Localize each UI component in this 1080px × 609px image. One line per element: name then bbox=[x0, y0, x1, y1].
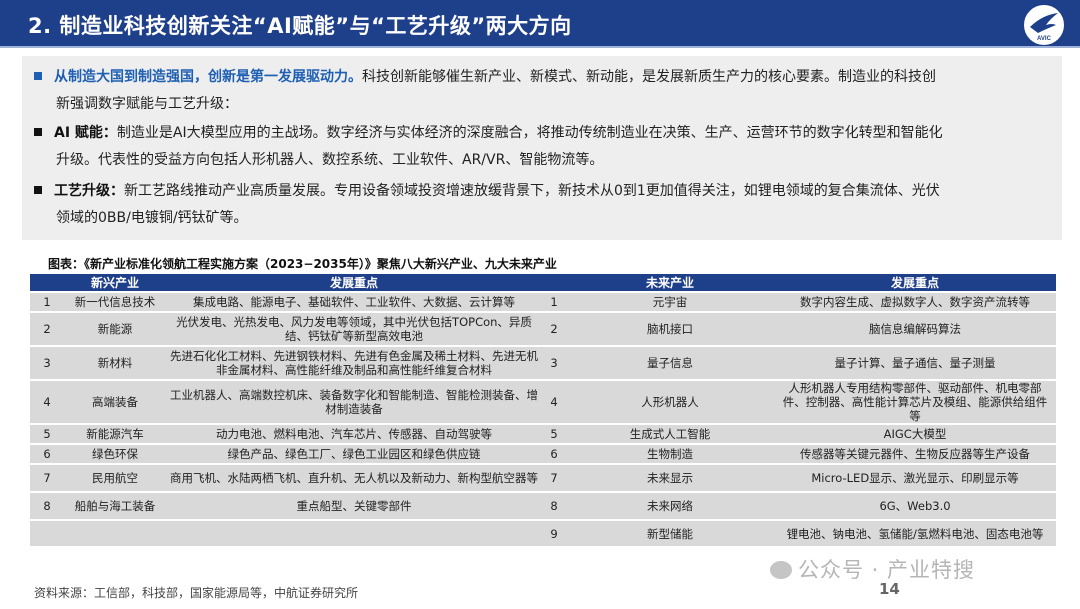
table-row: 6 绿色环保 绿色产品、绿色工厂、绿色工业园区和绿色供应链 6 生物制造 传感器… bbox=[30, 443, 1056, 464]
cell-future-focus: 脑信息编解码算法 bbox=[774, 311, 1056, 346]
cell-future-index: 9 bbox=[542, 519, 566, 546]
cell-emerging-industry: 新能源汽车 bbox=[64, 423, 166, 444]
cell-emerging-industry bbox=[64, 519, 166, 546]
intro-box: 从制造大国到制造强国，创新是第一发展驱动力。科技创新能够催生新产业、新模式、新动… bbox=[22, 56, 1062, 240]
header-emerging-industry: 新兴产业 bbox=[64, 274, 166, 292]
cell-future-index: 4 bbox=[542, 379, 566, 424]
header-future-index bbox=[542, 274, 566, 292]
square-bullet-icon bbox=[34, 186, 42, 194]
cell-future-industry: 未来显示 bbox=[566, 463, 774, 492]
logo-label: AVIC bbox=[1037, 36, 1051, 42]
table-row: 7 民用航空 商用飞机、水陆两栖飞机、直升机、无人机以及新动力、新构型航空器等 … bbox=[30, 463, 1056, 492]
intro-p1-body: 科技创新能够催生新产业、新模式、新动能，是发展新质生产力的核心要素。制造业的科技… bbox=[362, 69, 936, 85]
cell-future-index: 8 bbox=[542, 491, 566, 520]
table-caption: 图表：《新产业标准化领航工程实施方案（2023−2035年）》聚焦八大新兴产业、… bbox=[48, 257, 557, 271]
table-row: 5 新能源汽车 动力电池、燃料电池、汽车芯片、传感器、自动驾驶等 5 生成式人工… bbox=[30, 423, 1056, 444]
cell-emerging-focus: 工业机器人、高端数控机床、装备数字化和智能制造、智能检测装备、增材制造装备 bbox=[166, 379, 542, 424]
cell-index: 6 bbox=[30, 443, 64, 464]
table-row: 1 新一代信息技术 集成电路、能源电子、基础软件、工业软件、大数据、云计算等 1… bbox=[30, 291, 1056, 312]
cell-future-index: 3 bbox=[542, 345, 566, 380]
intro-p3-cont: 领域的0BB/电镀铜/钙钛矿等。 bbox=[56, 210, 248, 226]
intro-p1-lead: 从制造大国到制造强国，创新是第一发展驱动力。 bbox=[54, 69, 362, 85]
cell-index: 2 bbox=[30, 311, 64, 346]
cell-emerging-industry: 新材料 bbox=[64, 345, 166, 380]
cell-index: 3 bbox=[30, 345, 64, 380]
cell-future-focus: 6G、Web3.0 bbox=[774, 491, 1056, 520]
cell-future-focus: AIGC大模型 bbox=[774, 423, 1056, 444]
title-bar: 2. 制造业科技创新关注“AI赋能”与“工艺升级”两大方向 AVIC bbox=[0, 0, 1080, 47]
table-row: 2 新能源 光伏发电、光热发电、风力发电等领域，其中光伏包括TOPCon、异质结… bbox=[30, 311, 1056, 346]
cell-emerging-industry: 新一代信息技术 bbox=[64, 291, 166, 312]
cell-emerging-focus: 先进石化化工材料、先进钢铁材料、先进有色金属及稀土材料、先进无机非金属材料、高性… bbox=[166, 345, 542, 380]
cell-emerging-industry: 绿色环保 bbox=[64, 443, 166, 464]
cell-index: 5 bbox=[30, 423, 64, 444]
cell-future-industry: 生成式人工智能 bbox=[566, 423, 774, 444]
cell-index: 7 bbox=[30, 463, 64, 492]
cell-future-focus: 人形机器人专用结构零部件、驱动部件、机电零部件、控制器、高性能计算芯片及模组、能… bbox=[774, 379, 1056, 424]
cell-future-industry: 人形机器人 bbox=[566, 379, 774, 424]
table-row: 4 高端装备 工业机器人、高端数控机床、装备数字化和智能制造、智能检测装备、增材… bbox=[30, 379, 1056, 424]
header-index bbox=[30, 274, 64, 292]
header-emerging-focus: 发展重点 bbox=[166, 274, 542, 292]
cell-future-industry: 未来网络 bbox=[566, 491, 774, 520]
cell-future-index: 1 bbox=[542, 291, 566, 312]
cell-future-industry: 新型储能 bbox=[566, 519, 774, 546]
cell-emerging-industry: 民用航空 bbox=[64, 463, 166, 492]
table-row: 3 新材料 先进石化化工材料、先进钢铁材料、先进有色金属及稀土材料、先进无机非金… bbox=[30, 345, 1056, 380]
table-row: 9 新型储能 锂电池、钠电池、氢储能/氢燃料电池、固态电池等 bbox=[30, 519, 1056, 546]
cell-emerging-focus: 重点船型、关键零部件 bbox=[166, 491, 542, 520]
cell-emerging-focus: 动力电池、燃料电池、汽车芯片、传感器、自动驾驶等 bbox=[166, 423, 542, 444]
intro-p2-cont: 升级。代表性的受益方向包括人形机器人、数控系统、工业软件、AR/VR、智能物流等… bbox=[56, 152, 604, 168]
cell-index: 8 bbox=[30, 491, 64, 520]
footer-source: 资料来源：工信部，科技部，国家能源局等，中航证券研究所 bbox=[34, 586, 359, 600]
page-title: 2. 制造业科技创新关注“AI赋能”与“工艺升级”两大方向 bbox=[28, 14, 572, 38]
cell-future-index: 2 bbox=[542, 311, 566, 346]
industry-table: 新兴产业 发展重点 未来产业 发展重点 1 新一代信息技术 集成电路、能源电子、… bbox=[30, 274, 1056, 546]
square-bullet-icon bbox=[34, 128, 42, 136]
cell-index bbox=[30, 519, 64, 546]
intro-p2-lead: AI 赋能： bbox=[54, 125, 117, 141]
cell-future-index: 6 bbox=[542, 443, 566, 464]
intro-paragraph-3: 工艺升级：新工艺路线推动产业高质量发展。专用设备领域投资增速放缓背景下，新技术从… bbox=[34, 178, 1054, 232]
cell-emerging-focus: 集成电路、能源电子、基础软件、工业软件、大数据、云计算等 bbox=[166, 291, 542, 312]
intro-p3-body: 新工艺路线推动产业高质量发展。专用设备领域投资增速放缓背景下，新技术从0到1更加… bbox=[124, 183, 940, 199]
cell-emerging-industry: 高端装备 bbox=[64, 379, 166, 424]
cell-future-industry: 生物制造 bbox=[566, 443, 774, 464]
cell-future-index: 7 bbox=[542, 463, 566, 492]
cell-future-focus: Micro-LED显示、激光显示、印刷显示等 bbox=[774, 463, 1056, 492]
header-future-focus: 发展重点 bbox=[774, 274, 1056, 292]
cell-future-focus: 量子计算、量子通信、量子测量 bbox=[774, 345, 1056, 380]
cell-future-industry: 量子信息 bbox=[566, 345, 774, 380]
cell-emerging-focus: 绿色产品、绿色工厂、绿色工业园区和绿色供应链 bbox=[166, 443, 542, 464]
cell-future-focus: 传感器等关键元器件、生物反应器等生产设备 bbox=[774, 443, 1056, 464]
cell-future-focus: 数字内容生成、虚拟数字人、数字资产流转等 bbox=[774, 291, 1056, 312]
header-future-industry: 未来产业 bbox=[566, 274, 774, 292]
cell-future-industry: 脑机接口 bbox=[566, 311, 774, 346]
cell-emerging-focus: 光伏发电、光热发电、风力发电等领域，其中光伏包括TOPCon、异质结、钙钛矿等新… bbox=[166, 311, 542, 346]
cell-emerging-focus: 商用飞机、水陆两栖飞机、直升机、无人机以及新动力、新构型航空器等 bbox=[166, 463, 542, 492]
intro-p2-body: 制造业是AI大模型应用的主战场。数字经济与实体经济的深度融合，将推动传统制造业在… bbox=[116, 125, 943, 141]
watermark: 公众号 · 产业特搜 bbox=[770, 554, 975, 584]
cell-future-focus: 锂电池、钠电池、氢储能/氢燃料电池、固态电池等 bbox=[774, 519, 1056, 546]
cell-future-index: 5 bbox=[542, 423, 566, 444]
intro-p3-lead: 工艺升级： bbox=[54, 183, 124, 199]
cell-index: 1 bbox=[30, 291, 64, 312]
intro-p1-cont: 新强调数字赋能与工艺升级： bbox=[56, 96, 238, 112]
avic-logo-icon: AVIC bbox=[1022, 3, 1066, 47]
cell-index: 4 bbox=[30, 379, 64, 424]
cell-emerging-industry: 新能源 bbox=[64, 311, 166, 346]
cell-future-industry: 元宇宙 bbox=[566, 291, 774, 312]
cell-emerging-industry: 船舶与海工装备 bbox=[64, 491, 166, 520]
cell-emerging-focus bbox=[166, 519, 542, 546]
square-bullet-icon bbox=[34, 72, 42, 80]
watermark-text: 公众号 · 产业特搜 bbox=[798, 558, 976, 582]
table-header-row: 新兴产业 发展重点 未来产业 发展重点 bbox=[30, 274, 1056, 292]
table-row: 8 船舶与海工装备 重点船型、关键零部件 8 未来网络 6G、Web3.0 bbox=[30, 491, 1056, 520]
intro-paragraph-1: 从制造大国到制造强国，创新是第一发展驱动力。科技创新能够催生新产业、新模式、新动… bbox=[34, 64, 1054, 118]
title-divider bbox=[0, 46, 1080, 48]
wechat-icon bbox=[770, 561, 792, 579]
intro-paragraph-2: AI 赋能：制造业是AI大模型应用的主战场。数字经济与实体经济的深度融合，将推动… bbox=[34, 120, 1054, 174]
